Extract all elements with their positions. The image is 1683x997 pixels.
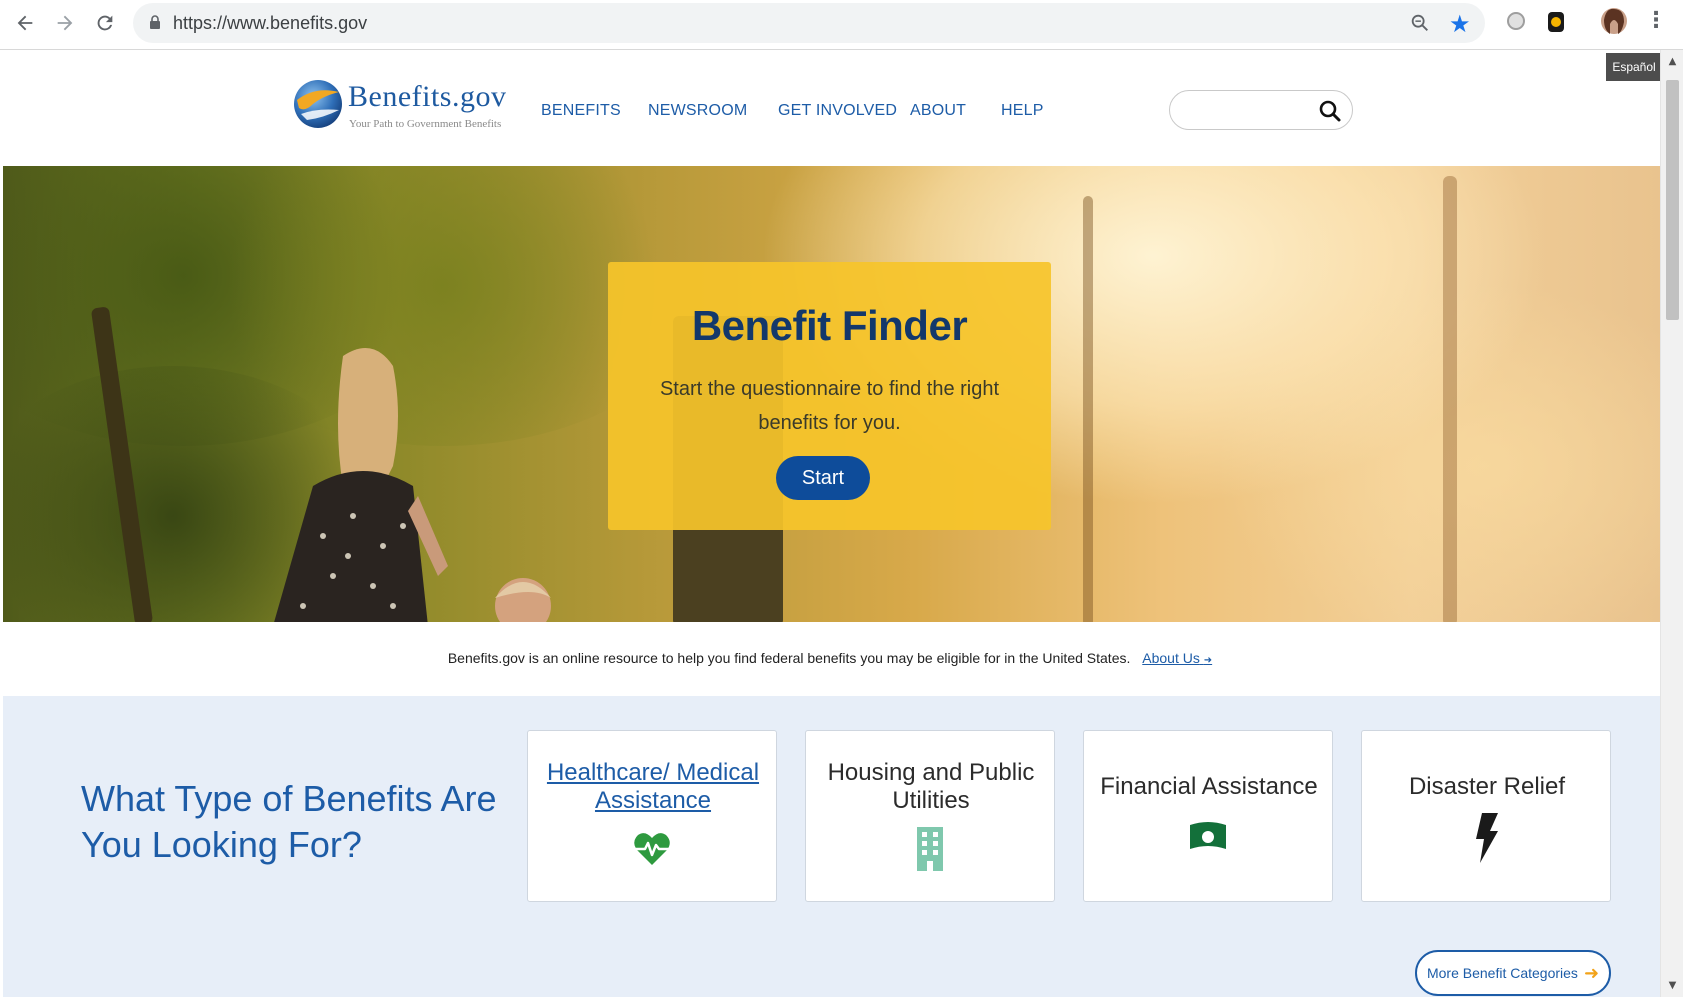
browser-menu-icon[interactable]: ⋮ bbox=[1645, 8, 1667, 33]
category-card-healthcare[interactable]: Healthcare/ Medical Assistance bbox=[527, 730, 777, 902]
benefit-categories-section: What Type of Benefits Are You Looking Fo… bbox=[3, 696, 1660, 997]
tree-trunk-decoration bbox=[1443, 176, 1457, 622]
page-scrollbar[interactable]: ▲ ▼ bbox=[1660, 50, 1683, 997]
intro-text: Benefits.gov is an online resource to he… bbox=[447, 650, 1131, 666]
category-card-financial[interactable]: Financial Assistance bbox=[1083, 730, 1333, 902]
language-toggle-button[interactable]: Español bbox=[1606, 53, 1660, 81]
nav-about[interactable]: ABOUT bbox=[910, 102, 966, 120]
logo-wordmark: Benefits.gov bbox=[348, 80, 507, 113]
scroll-up-icon[interactable]: ▲ bbox=[1661, 56, 1683, 67]
extension-icon[interactable] bbox=[1505, 10, 1527, 32]
site-logo[interactable]: Benefits.gov Your Path to Government Ben… bbox=[293, 74, 507, 140]
arrow-right-icon: ➜ bbox=[1583, 962, 1600, 984]
globe-logo-icon bbox=[294, 80, 342, 128]
intro-text-line: Benefits.gov is an online resource to he… bbox=[0, 650, 1660, 666]
nav-help[interactable]: HELP bbox=[1001, 102, 1044, 120]
scrollbar-thumb[interactable] bbox=[1666, 80, 1679, 320]
category-label-healthcare[interactable]: Healthcare/ Medical Assistance bbox=[538, 759, 768, 815]
lock-icon bbox=[150, 15, 160, 29]
category-label-housing: Housing and Public Utilities bbox=[827, 759, 1035, 814]
forward-button[interactable] bbox=[50, 8, 80, 38]
back-button[interactable] bbox=[10, 8, 40, 38]
profile-avatar-icon[interactable] bbox=[1600, 6, 1628, 36]
search-icon[interactable] bbox=[1318, 99, 1342, 123]
nav-get-involved[interactable]: GET INVOLVED bbox=[778, 102, 897, 120]
reload-icon bbox=[97, 15, 113, 31]
browser-toolbar: https://www.benefits.gov ★ ⋮ bbox=[0, 0, 1683, 50]
benefit-finder-description: Start the questionnaire to find the righ… bbox=[659, 378, 1000, 434]
building-icon bbox=[917, 827, 943, 871]
about-us-label: About Us bbox=[1142, 650, 1200, 666]
address-bar[interactable]: https://www.benefits.gov ★ bbox=[133, 3, 1485, 43]
benefit-finder-card: Benefit Finder Start the questionnaire t… bbox=[608, 262, 1051, 530]
categories-heading: What Type of Benefits Are You Looking Fo… bbox=[81, 778, 497, 865]
lightning-icon bbox=[1476, 813, 1498, 863]
benefit-finder-title: Benefit Finder bbox=[691, 302, 968, 349]
heartbeat-icon bbox=[634, 833, 670, 865]
about-us-link[interactable]: About Us ➜ bbox=[1142, 650, 1212, 666]
arrow-left-icon bbox=[17, 15, 33, 31]
arrow-right-icon bbox=[57, 15, 73, 31]
money-icon bbox=[1190, 822, 1226, 849]
category-label-disaster: Disaster Relief bbox=[1408, 773, 1566, 800]
category-label-financial: Financial Assistance bbox=[1100, 773, 1318, 800]
intro-strip: Benefits.gov is an online resource to he… bbox=[0, 622, 1660, 696]
bookmark-star-icon[interactable]: ★ bbox=[1449, 10, 1471, 38]
zoom-icon[interactable] bbox=[1409, 12, 1431, 34]
logo-tagline: Your Path to Government Benefits bbox=[349, 118, 502, 130]
search-input[interactable] bbox=[1169, 90, 1353, 130]
more-benefit-categories-button[interactable]: More Benefit Categories ➜ bbox=[1415, 950, 1611, 996]
category-card-housing[interactable]: Housing and Public Utilities bbox=[805, 730, 1055, 902]
extension-icon-2[interactable] bbox=[1545, 10, 1567, 34]
start-button[interactable]: Start bbox=[776, 456, 870, 500]
url-text: https://www.benefits.gov bbox=[173, 13, 368, 33]
more-categories-label: More Benefit Categories bbox=[1426, 965, 1578, 981]
nav-newsroom[interactable]: NEWSROOM bbox=[648, 102, 747, 120]
hero-banner: Benefit Finder Start the questionnaire t… bbox=[3, 166, 1660, 622]
category-card-disaster[interactable]: Disaster Relief bbox=[1361, 730, 1611, 902]
site-header: Benefits.gov Your Path to Government Ben… bbox=[0, 50, 1660, 166]
nav-benefits[interactable]: BENEFITS bbox=[541, 102, 621, 120]
arrow-right-icon: ➜ bbox=[1203, 655, 1213, 666]
page: Benefits.gov Your Path to Government Ben… bbox=[0, 50, 1660, 997]
family-photo-illustration bbox=[274, 348, 551, 622]
scroll-down-icon[interactable]: ▼ bbox=[1661, 980, 1683, 991]
reload-button[interactable] bbox=[90, 8, 120, 38]
tree-trunk-decoration bbox=[1083, 196, 1093, 622]
